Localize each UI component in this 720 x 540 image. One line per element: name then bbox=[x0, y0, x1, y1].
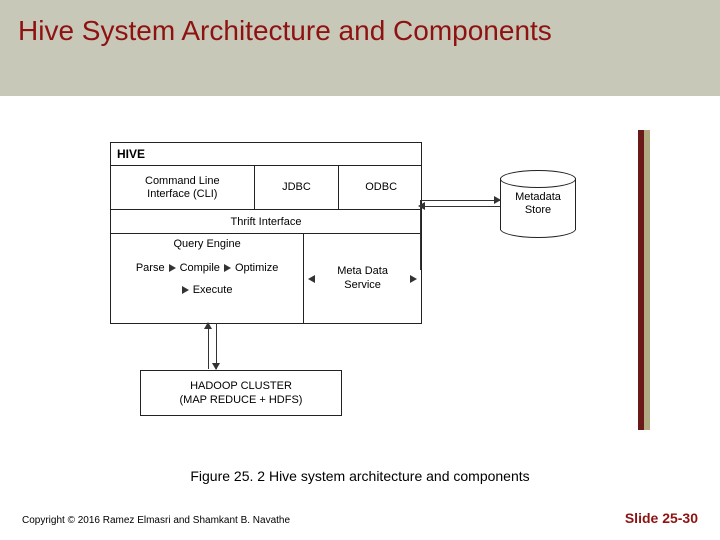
arrow-right-icon bbox=[169, 264, 176, 272]
slide-title: Hive System Architecture and Components bbox=[18, 14, 702, 48]
arrow-right-icon bbox=[182, 286, 189, 294]
query-engine-title: Query Engine bbox=[111, 238, 303, 250]
arrow-right-icon bbox=[494, 196, 501, 204]
odbc-cell: ODBC bbox=[339, 166, 423, 210]
query-engine: Query Engine Parse Compile Optimize Exec… bbox=[111, 234, 304, 323]
engine-row: Query Engine Parse Compile Optimize Exec… bbox=[111, 233, 421, 323]
metadata-store-cylinder: Metadata Store bbox=[500, 170, 576, 238]
arrow-right-icon bbox=[410, 275, 417, 283]
interface-row: Command Line Interface (CLI) JDBC ODBC bbox=[111, 165, 421, 210]
hadoop-line1: HADOOP CLUSTER bbox=[190, 379, 292, 393]
copyright-text: Copyright © 2016 Ramez Elmasri and Shamk… bbox=[22, 515, 290, 526]
parse-label: Parse bbox=[136, 262, 165, 274]
figure-caption: Figure 25. 2 Hive system architecture an… bbox=[0, 468, 720, 484]
meta-service: Meta Data Service bbox=[304, 234, 421, 323]
footer: Copyright © 2016 Ramez Elmasri and Shamk… bbox=[22, 510, 698, 526]
jdbc-cell: JDBC bbox=[255, 166, 340, 210]
accent-band bbox=[638, 130, 650, 430]
arrow-up-icon bbox=[204, 322, 212, 329]
hadoop-box: HADOOP CLUSTER (MAP REDUCE + HDFS) bbox=[140, 370, 342, 416]
cli-cell: Command Line Interface (CLI) bbox=[111, 166, 255, 210]
hadoop-line2: (MAP REDUCE + HDFS) bbox=[180, 393, 303, 407]
query-flow-1: Parse Compile Optimize bbox=[111, 262, 303, 274]
title-band: Hive System Architecture and Components bbox=[0, 0, 720, 96]
arrow-left-icon bbox=[308, 275, 315, 283]
hive-box: HIVE Command Line Interface (CLI) JDBC O… bbox=[110, 142, 422, 324]
thrift-row: Thrift Interface bbox=[111, 209, 421, 234]
compile-label: Compile bbox=[180, 262, 220, 274]
slide-number: Slide 25-30 bbox=[625, 510, 698, 526]
optimize-label: Optimize bbox=[235, 262, 278, 274]
arrow-down-icon bbox=[212, 363, 220, 370]
hive-label: HIVE bbox=[111, 143, 421, 165]
execute-label: Execute bbox=[193, 284, 233, 296]
diagram: HIVE Command Line Interface (CLI) JDBC O… bbox=[60, 140, 620, 440]
arrow-right-icon bbox=[224, 264, 231, 272]
query-flow-2: Execute bbox=[111, 284, 303, 296]
